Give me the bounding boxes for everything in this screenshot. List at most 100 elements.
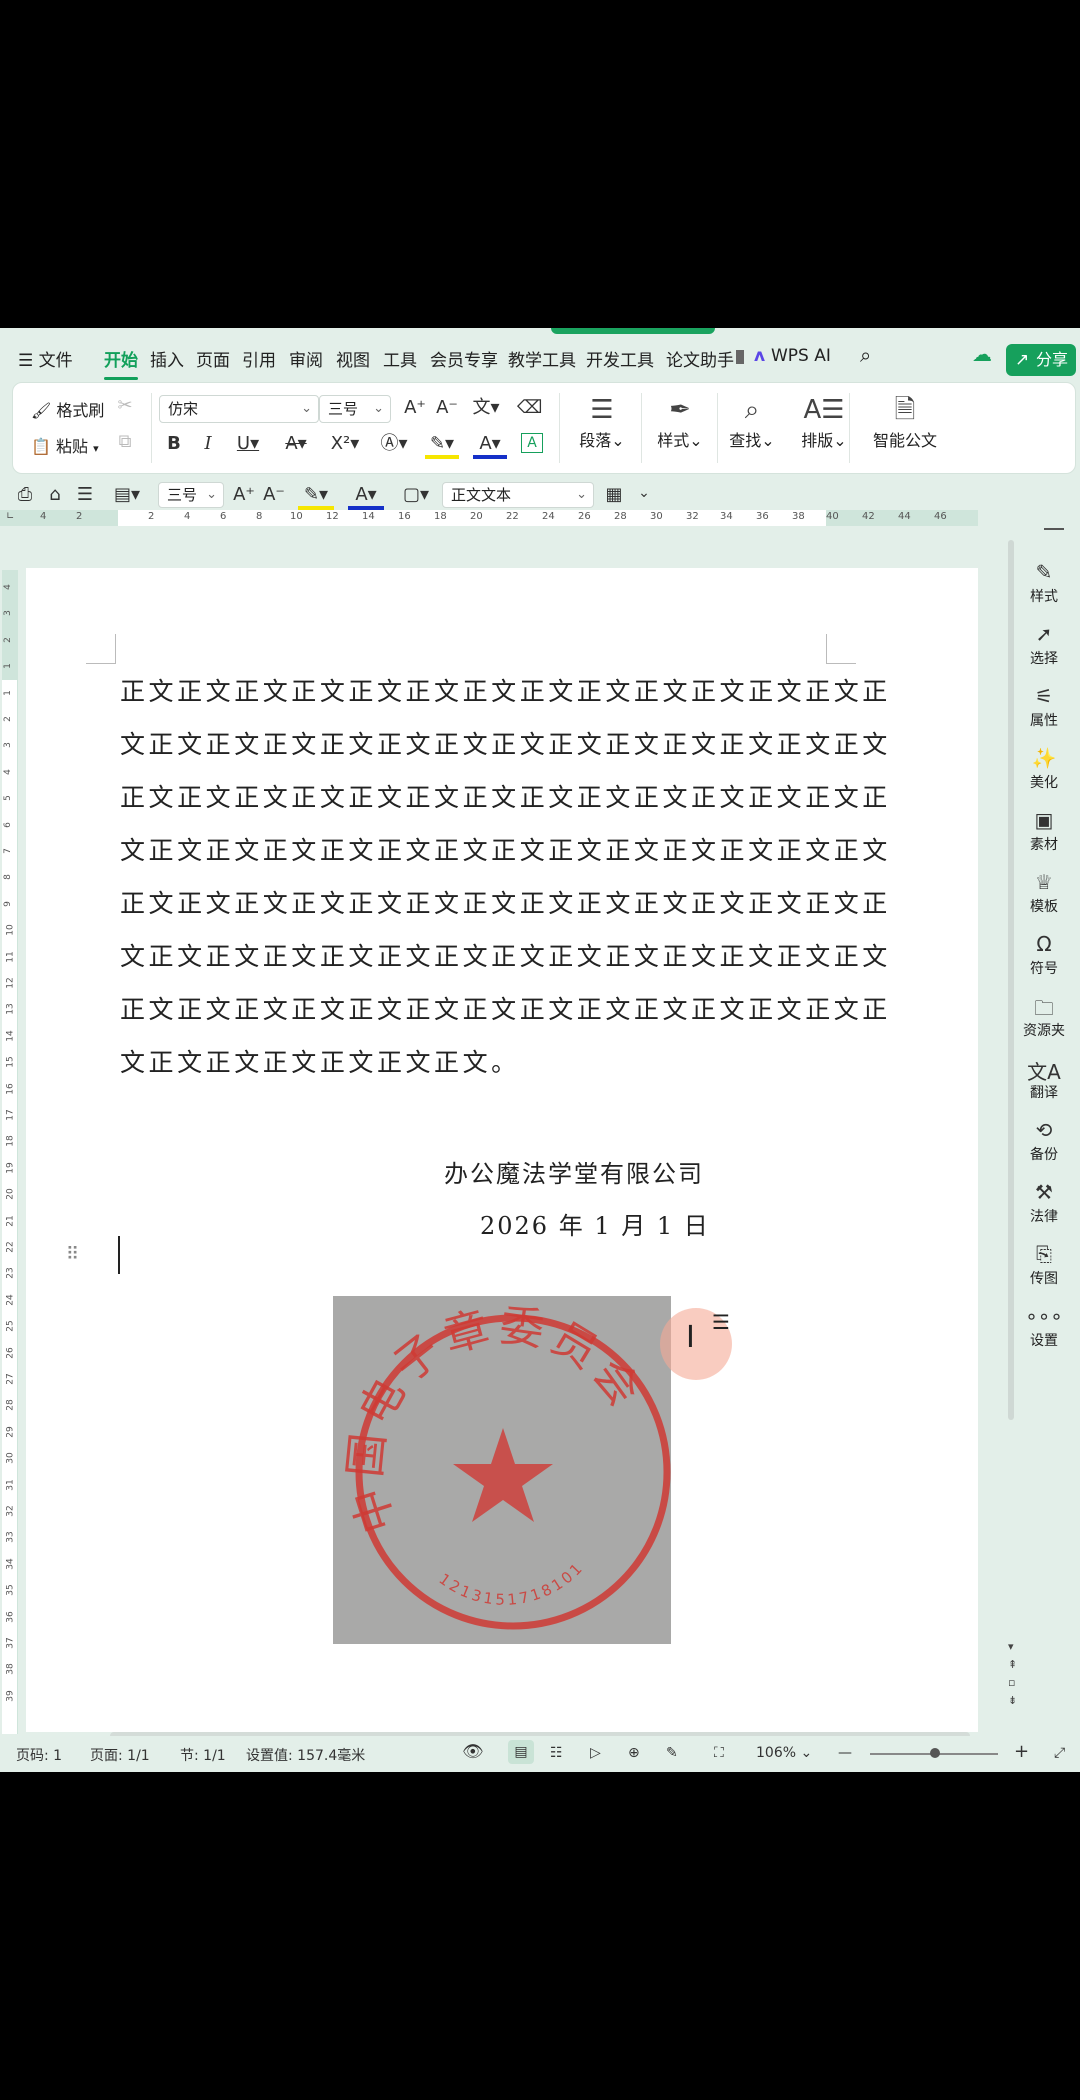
panel-templates[interactable]: ♕ 模板 xyxy=(1008,870,1080,916)
underline-icon[interactable]: U▾ xyxy=(231,433,265,455)
find-button[interactable]: ⌕ 查找⌄ xyxy=(719,393,785,451)
font-name-select[interactable]: 仿宋 ⌄ xyxy=(159,395,319,423)
toolbar-font-size-select[interactable]: 三号 ⌄ xyxy=(158,482,224,508)
italic-icon[interactable]: I xyxy=(197,433,219,455)
body-text-line[interactable]: 文正文正文正文正文正文正文正文正文正文正文正文正文正文 xyxy=(120,831,891,867)
panel-symbols[interactable]: Ω 符号 xyxy=(1008,932,1080,978)
tab-teaching-tools[interactable]: 教学工具 xyxy=(508,346,576,371)
highlight-icon[interactable]: ✎▾ xyxy=(298,484,334,510)
page-view-icon[interactable]: ▤ xyxy=(508,1740,534,1764)
web-view-icon[interactable]: ⊕ xyxy=(628,1745,640,1761)
copy-icon[interactable]: ⧉ xyxy=(113,431,137,453)
panel-translate[interactable]: 文A 翻译 xyxy=(1008,1056,1080,1102)
fit-page-icon[interactable]: ⛶ xyxy=(714,1745,724,1761)
border-icon[interactable]: ▢▾ xyxy=(398,484,434,506)
search-icon[interactable]: ⌕ xyxy=(860,343,871,367)
panel-beautify[interactable]: ✨ 美化 xyxy=(1008,746,1080,792)
panel-settings[interactable]: ∘∘∘ 设置 xyxy=(1008,1304,1080,1350)
tab-view[interactable]: 视图 xyxy=(336,346,370,371)
tab-developer-tools[interactable]: 开发工具 xyxy=(586,346,654,371)
panel-upload-image[interactable]: ⎘ 传图 xyxy=(1008,1242,1080,1288)
eye-icon[interactable]: 👁 xyxy=(462,1742,484,1762)
ruler-tick: 19 xyxy=(5,1162,16,1174)
bold-icon[interactable]: B xyxy=(163,433,185,455)
drag-handle-icon[interactable]: ⠿ xyxy=(66,1244,79,1265)
chevron-down-icon: ⌄ xyxy=(576,487,587,502)
paragraph-button[interactable]: ☰ 段落⌄ xyxy=(569,393,635,451)
company-name[interactable]: 办公魔法学堂有限公司 xyxy=(444,1154,704,1189)
outline-view-icon[interactable]: ☷ xyxy=(550,1745,563,1761)
document-date[interactable]: 2026 年 1 月 1 日 xyxy=(480,1206,710,1241)
page-nav-icons[interactable]: ▾ ⇞ ▫ ⇟ xyxy=(1008,1638,1017,1710)
shrink-font-icon[interactable]: A⁻ xyxy=(262,484,286,506)
font-color-icon[interactable]: A▾ xyxy=(348,484,384,510)
grow-font-icon[interactable]: A⁺ xyxy=(232,484,256,506)
paste-button[interactable]: 📋 粘贴 ▾ xyxy=(31,433,99,457)
body-text-line[interactable]: 正文正文正文正文正文正文正文正文正文正文正文正文正文正 xyxy=(120,990,891,1026)
tab-tools[interactable]: 工具 xyxy=(383,346,417,371)
panel-select[interactable]: ➚ 选择 xyxy=(1008,622,1080,668)
stamp-image[interactable]: 中国电子章委员会 1213151718101 xyxy=(333,1296,671,1644)
chevron-down-icon[interactable]: ⌄ xyxy=(634,482,654,504)
edit-pen-icon[interactable]: ✎ xyxy=(666,1745,678,1761)
panel-law[interactable]: ⚒ 法律 xyxy=(1008,1180,1080,1226)
styles-button[interactable]: ✒ 样式⌄ xyxy=(647,393,713,451)
font-size-select[interactable]: 三号 ⌄ xyxy=(319,395,391,423)
panel-properties[interactable]: ⚟ 属性 xyxy=(1008,684,1080,730)
vertical-ruler[interactable]: 4 3 2 1 1 2 3 4 5 6 7 8 9 10 11 12 13 14 15 16 17 18 19 20 21 22 2… xyxy=(2,570,18,1734)
body-text-line[interactable]: 正文正文正文正文正文正文正文正文正文正文正文正文正文正 xyxy=(120,884,891,920)
vertical-scrollbar[interactable] xyxy=(1008,540,1014,1420)
list-style-icon[interactable]: ☰ xyxy=(74,484,96,506)
zoom-level[interactable]: 106% ⌄ xyxy=(756,1745,812,1761)
document-page[interactable]: 正文正文正文正文正文正文正文正文正文正文正文正文正文正 文正文正文正文正文正文正… xyxy=(26,568,978,1732)
smart-document-button[interactable]: 🗎 智能公文 xyxy=(857,393,953,451)
expand-icon[interactable]: ⤢ xyxy=(1054,1745,1065,1761)
style-select[interactable]: 正文文本 ⌄ xyxy=(442,482,594,508)
tab-wps-ai[interactable]: ʌ WPS AI xyxy=(754,346,831,366)
body-text-line[interactable]: 正文正文正文正文正文正文正文正文正文正文正文正文正文正 xyxy=(120,672,891,708)
format-painter-button[interactable]: 🖌 格式刷 xyxy=(31,397,104,421)
superscript-icon[interactable]: X²▾ xyxy=(327,433,363,455)
print-preview-icon[interactable]: ⎙ xyxy=(14,484,36,506)
grow-font-icon[interactable]: A⁺ xyxy=(403,397,427,419)
tab-review[interactable]: 审阅 xyxy=(289,346,323,371)
zoom-slider-handle[interactable] xyxy=(930,1748,940,1758)
layout-button[interactable]: A☰ 排版⌄ xyxy=(791,393,857,451)
play-icon[interactable]: ▷ xyxy=(590,1745,601,1761)
share-button[interactable]: 分享 xyxy=(1006,344,1076,376)
tab-thesis-assistant[interactable]: 论文助手 xyxy=(666,346,734,371)
tab-references[interactable]: 引用 xyxy=(242,346,276,371)
tab-insert[interactable]: 插入 xyxy=(150,346,184,371)
horizontal-ruler[interactable]: ∟ 4 2 2 4 6 8 10 12 14 16 18 20 22 24 26… xyxy=(0,510,978,526)
ruler-tab-icon[interactable]: ∟ xyxy=(6,511,14,522)
table-icon[interactable]: ▦ xyxy=(602,484,626,506)
text-effect-icon[interactable]: Ⓐ▾ xyxy=(377,433,411,455)
body-text-line[interactable]: 正文正文正文正文正文正文正文正文正文正文正文正文正文正 xyxy=(120,778,891,814)
body-text-line[interactable]: 文正文正文正文正文正文正文。 xyxy=(120,1043,520,1079)
zoom-out-icon[interactable]: — xyxy=(838,1745,852,1761)
strikethrough-icon[interactable]: A▾ xyxy=(279,433,313,455)
panel-resources[interactable]: 🗀 资源夹 xyxy=(1008,994,1080,1040)
body-text-line[interactable]: 文正文正文正文正文正文正文正文正文正文正文正文正文正文 xyxy=(120,725,891,761)
briefcase-icon[interactable]: ⌂ xyxy=(44,484,66,506)
character-shading-icon[interactable]: A xyxy=(521,433,543,453)
tab-home[interactable]: 开始 xyxy=(104,346,138,380)
menu-file[interactable]: ☰ 文件 xyxy=(18,346,73,371)
shrink-font-icon[interactable]: A⁻ xyxy=(435,397,459,419)
phonetic-guide-icon[interactable]: 文▾ xyxy=(469,397,503,419)
ribbon-home: 🖌 格式刷 ✂ 📋 粘贴 ▾ ⧉ 仿宋 ⌄ 三号 ⌄ A⁺ A⁻ 文▾ ⌫ B I … xyxy=(12,382,1076,474)
tab-page[interactable]: 页面 xyxy=(196,346,230,371)
collapse-icon[interactable] xyxy=(1044,528,1064,530)
panel-styles[interactable]: ✎ 样式 xyxy=(1008,560,1080,606)
font-color-icon[interactable]: A▾ xyxy=(473,433,507,459)
cut-icon[interactable]: ✂ xyxy=(113,395,137,417)
panel-materials[interactable]: ▣ 素材 xyxy=(1008,808,1080,854)
clear-format-icon[interactable]: ⌫ xyxy=(517,397,542,419)
body-text-line[interactable]: 文正文正文正文正文正文正文正文正文正文正文正文正文正文 xyxy=(120,937,891,973)
tab-member[interactable]: 会员专享 xyxy=(430,346,498,371)
cloud-sync-icon[interactable]: ☁ xyxy=(972,342,992,366)
numbering-icon[interactable]: ▤▾ xyxy=(108,484,146,506)
highlight-icon[interactable]: ✎▾ xyxy=(425,433,459,459)
panel-backup[interactable]: ⟲ 备份 xyxy=(1008,1118,1080,1164)
zoom-in-icon[interactable]: + xyxy=(1014,1741,1029,1762)
